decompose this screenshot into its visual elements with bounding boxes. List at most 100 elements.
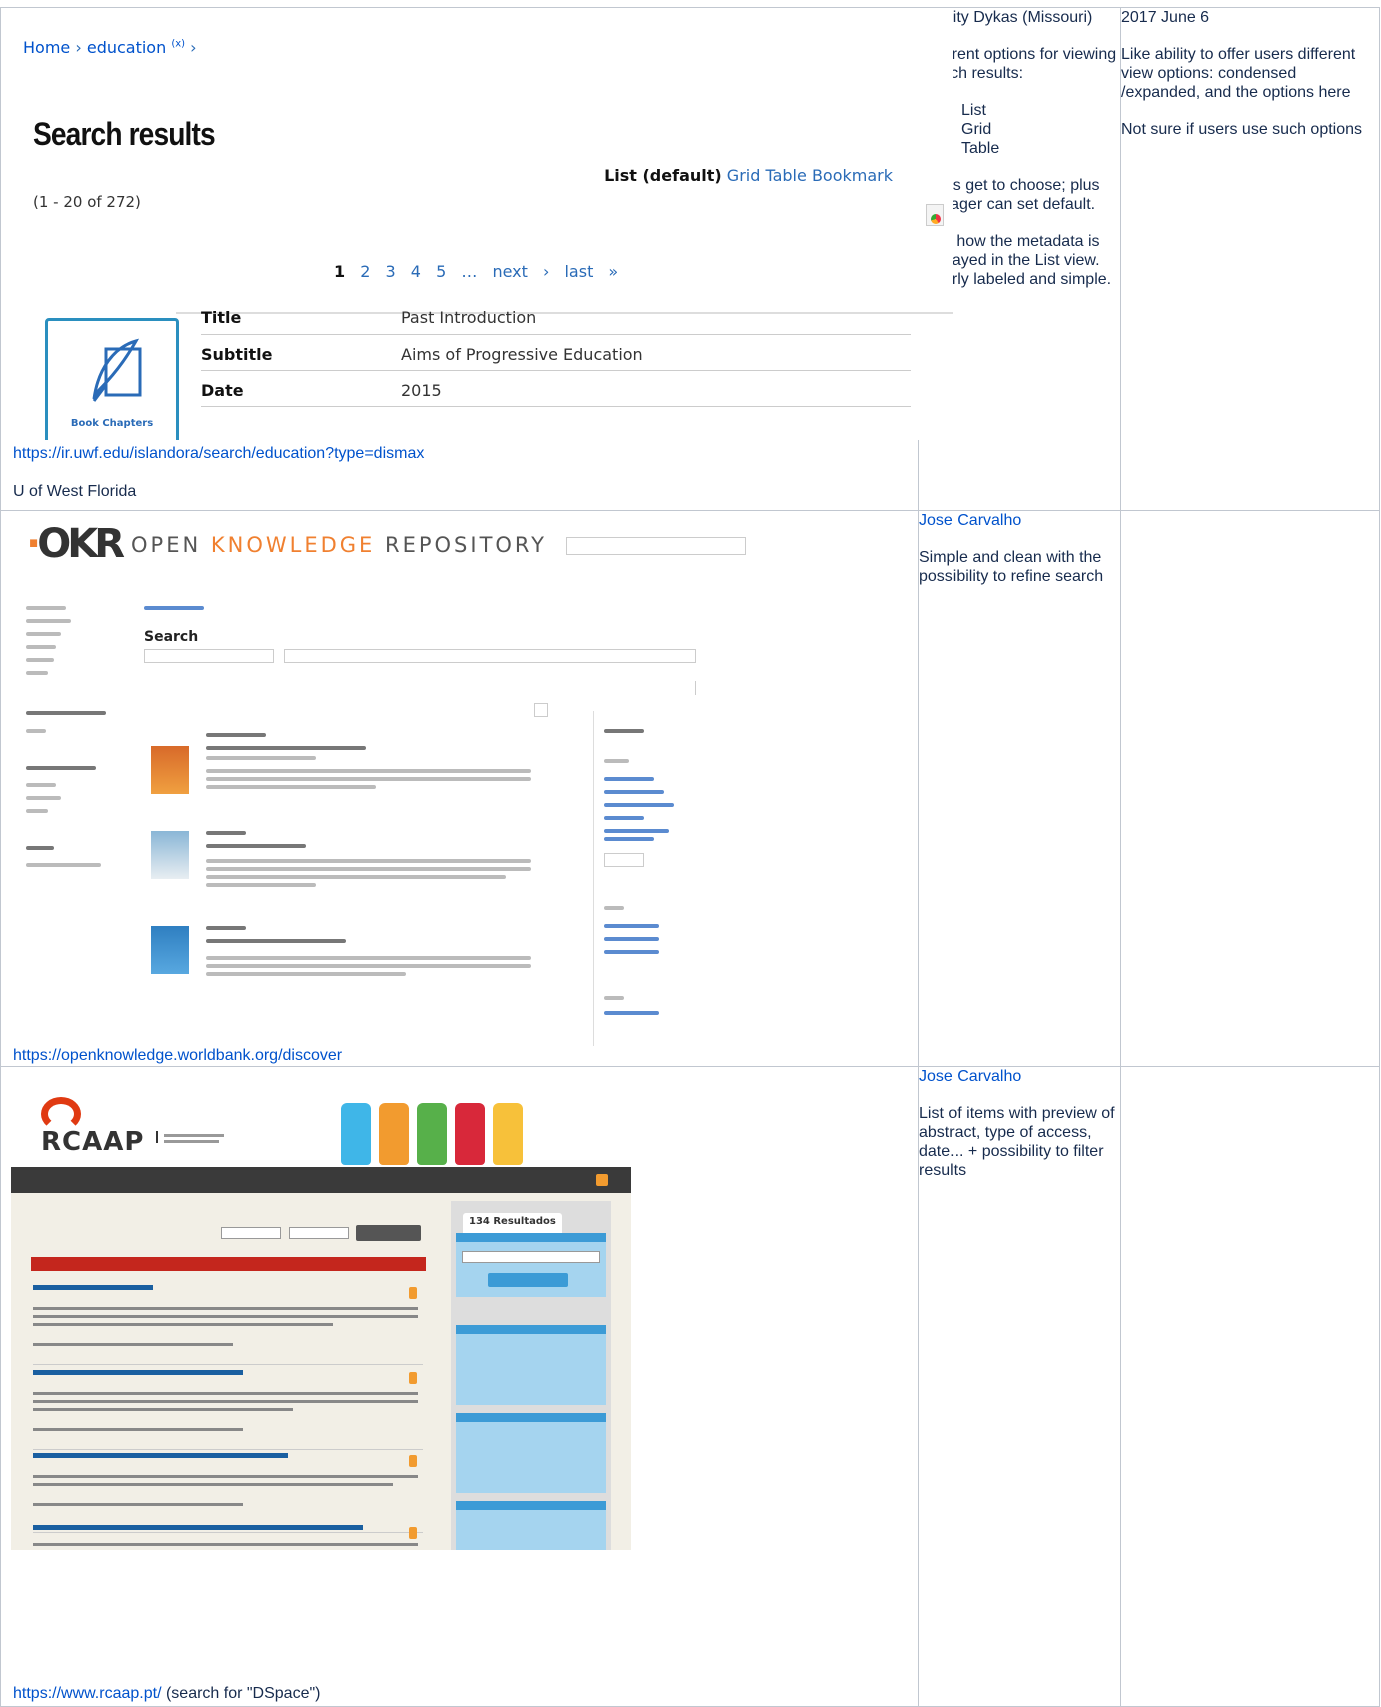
reviewer-cell: Jose Carvalho List of items with preview… [918, 1066, 1121, 1707]
comment-date: 2017 June 6 [1121, 9, 1210, 26]
breadcrumb-section-link[interactable]: education [87, 38, 166, 57]
breadcrumb-home-link[interactable]: Home [23, 38, 70, 57]
note-text: Simple and clean with the possibility to… [919, 549, 1104, 585]
facet-link[interactable] [604, 837, 654, 841]
facet-link[interactable] [604, 924, 659, 928]
sidebar-item[interactable] [26, 796, 61, 800]
facet-link[interactable] [604, 950, 659, 954]
view-list-default: List (default) [604, 166, 722, 185]
sidebar-item[interactable] [26, 632, 61, 636]
comment-cell [1120, 510, 1380, 1067]
result-title[interactable] [206, 939, 346, 943]
note-text: List of items with preview of abstract, … [919, 1105, 1115, 1179]
refine-input[interactable] [462, 1251, 600, 1263]
update-button[interactable] [356, 1225, 421, 1241]
reviewer-cell: Jose Carvalho Simple and clean with the … [918, 510, 1121, 1067]
comparison-table: Home › education (x) › Search results Li… [0, 7, 1380, 1707]
view-more-button[interactable] [604, 853, 644, 867]
item-title-link[interactable]: Past Introduction [401, 308, 536, 327]
screenshot-cell: RCAAP 134 Resultados https://www.rcaap.p… [0, 1066, 919, 1707]
reviewer-link[interactable]: Jose Carvalho [919, 1068, 1021, 1085]
facet-link[interactable] [604, 803, 674, 807]
source-link[interactable]: https://www.rcaap.pt/ [13, 1685, 162, 1702]
screenshot-cell: ·OKR OPEN KNOWLEDGE REPOSITORY Search ht… [0, 510, 919, 1067]
sidebar-item[interactable] [26, 783, 56, 787]
result-cover[interactable] [151, 926, 189, 974]
result-abstract [33, 1400, 418, 1403]
sidebar-heading [26, 711, 106, 715]
breadcrumb: Home › education (x) › [23, 38, 197, 57]
list-item[interactable] [33, 1370, 423, 1450]
remove-filter-link[interactable]: (x) [171, 39, 185, 50]
sidebar-item[interactable] [26, 606, 66, 610]
result-abstract [206, 769, 531, 773]
result-title[interactable] [33, 1453, 288, 1458]
view-grid-link[interactable]: Grid [727, 166, 761, 185]
list-item[interactable] [33, 1285, 423, 1365]
reviewer-link[interactable]: Jose Carvalho [919, 512, 1021, 529]
pager-page-link[interactable]: 3 [386, 262, 396, 281]
search-button[interactable] [488, 1273, 568, 1287]
sidebar-item[interactable] [26, 658, 54, 662]
result-abstract [33, 1315, 418, 1318]
sidebar-item[interactable] [26, 619, 71, 623]
list-item: Grid [961, 120, 1120, 139]
pager-page-link[interactable]: 4 [411, 262, 421, 281]
query-input[interactable] [284, 649, 696, 663]
sort-control[interactable] [651, 681, 696, 695]
result-title[interactable] [33, 1525, 363, 1530]
pager-page-link[interactable]: 5 [436, 262, 446, 281]
search-input[interactable] [566, 537, 746, 555]
sidebar-item[interactable] [26, 671, 48, 675]
okr-logo: ·OKR [26, 521, 125, 567]
result-title[interactable] [33, 1285, 153, 1290]
pagination-bar[interactable] [31, 1257, 426, 1271]
rcaap-nav [11, 1167, 631, 1193]
result-cover[interactable] [151, 831, 189, 879]
facet-heading [604, 759, 629, 763]
sidebar-item[interactable] [26, 863, 101, 867]
open-access-icon [409, 1455, 417, 1467]
view-bookmark-link[interactable]: Bookmark [812, 166, 893, 185]
comment-text: Not sure if users use such options [1121, 121, 1363, 138]
result-abstract [206, 875, 506, 879]
facet-link[interactable] [604, 829, 669, 833]
sidebar-item[interactable] [26, 729, 46, 733]
settings-icon[interactable] [534, 703, 548, 717]
sort-select[interactable] [221, 1227, 281, 1239]
result-cover[interactable] [151, 746, 189, 794]
rss-icon[interactable] [596, 1174, 608, 1186]
pager-next-link[interactable]: next › [492, 262, 549, 281]
facet-heading [604, 996, 624, 1000]
result-title[interactable] [206, 746, 366, 750]
book-chapters-thumbnail[interactable]: Book Chapters [45, 318, 179, 440]
view-table-link[interactable]: Table [765, 166, 806, 185]
result-title[interactable] [206, 844, 306, 848]
facet-link[interactable] [604, 790, 664, 794]
rss-feed-icon[interactable] [926, 204, 944, 226]
result-title[interactable] [33, 1370, 243, 1375]
breadcrumb[interactable] [144, 606, 204, 610]
type-facet [456, 1501, 606, 1550]
facet-link[interactable] [604, 937, 659, 941]
result-abstract [206, 785, 376, 789]
thumbnail-caption: Book Chapters [70, 418, 154, 429]
order-select[interactable] [289, 1227, 349, 1239]
list-item: Table [961, 139, 1120, 158]
result-abstract [206, 859, 531, 863]
pager-last-link[interactable]: last » [564, 262, 618, 281]
sidebar-item[interactable] [26, 809, 48, 813]
metadata-value: Aims of Progressive Education [401, 345, 643, 364]
scope-select[interactable] [144, 649, 274, 663]
list-item[interactable] [33, 1453, 423, 1533]
list-item[interactable] [33, 1525, 423, 1550]
source-link[interactable]: https://openknowledge.worldbank.org/disc… [13, 1046, 906, 1066]
source-link[interactable]: https://ir.uwf.edu/islandora/search/educ… [13, 444, 906, 464]
facet-link[interactable] [604, 777, 654, 781]
pager-page-link[interactable]: 2 [360, 262, 370, 281]
facet-link[interactable] [604, 816, 644, 820]
sidebar-item[interactable] [26, 645, 56, 649]
facet-link[interactable] [604, 1011, 659, 1015]
result-abstract [206, 777, 531, 781]
result-meta [206, 733, 266, 737]
